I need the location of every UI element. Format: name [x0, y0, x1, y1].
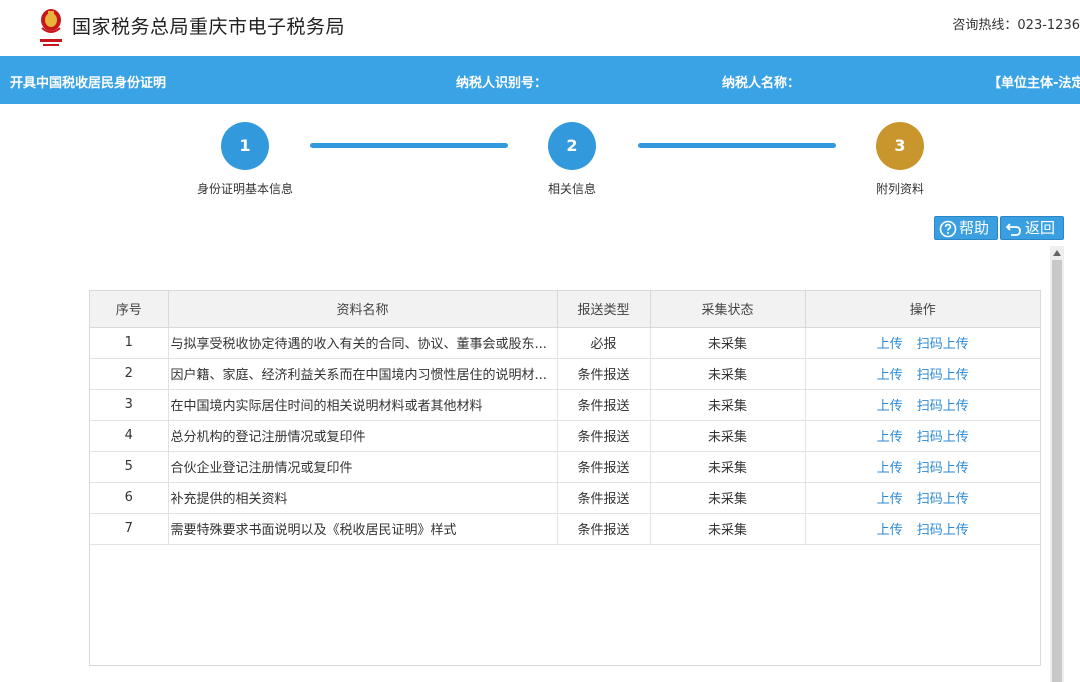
scan-upload-link[interactable]: 扫码上传 — [917, 399, 969, 414]
vertical-scrollbar[interactable] — [1050, 246, 1064, 682]
row-name: 合伙企业登记注册情况或复印件 — [168, 451, 558, 483]
return-button-label: 返回 — [1025, 219, 1056, 237]
row-status: 未采集 — [650, 420, 806, 452]
site-title: 国家税务总局重庆市电子税务局 — [72, 16, 346, 38]
row-status: 未采集 — [650, 482, 806, 514]
row-type: 条件报送 — [557, 451, 651, 483]
step-connector-1 — [310, 143, 508, 148]
row-type: 必报 — [557, 327, 651, 359]
row-name: 总分机构的登记注册情况或复印件 — [168, 420, 558, 452]
row-name: 在中国境内实际居住时间的相关说明材料或者其他材料 — [168, 389, 558, 421]
upload-link[interactable]: 上传 — [877, 523, 903, 538]
table-row: 1 与拟享受税收协定待遇的收入有关的合同、协议、董事会或股东... 必报 未采集… — [90, 327, 1040, 359]
scrollbar-thumb[interactable] — [1052, 260, 1062, 682]
row-operations: 上传 扫码上传 — [805, 420, 1040, 452]
upload-link[interactable]: 上传 — [877, 461, 903, 476]
header-no: 序号 — [90, 291, 169, 328]
upload-link[interactable]: 上传 — [877, 399, 903, 414]
step-3-label: 附列资料 — [875, 182, 925, 196]
row-no: 7 — [90, 513, 169, 545]
help-button-label: 帮助 — [959, 219, 990, 237]
help-button[interactable]: 帮助 — [934, 216, 998, 240]
info-bar: 开具中国税收居民身份证明 纳税人识别号： 纳税人名称： 【单位主体-法定 — [0, 56, 1080, 104]
row-name: 与拟享受税收协定待遇的收入有关的合同、协议、董事会或股东... — [168, 327, 558, 359]
taxpayer-name-label: 纳税人名称： — [722, 76, 801, 91]
row-status: 未采集 — [650, 513, 806, 545]
row-operations: 上传 扫码上传 — [805, 513, 1040, 545]
row-operations: 上传 扫码上传 — [805, 358, 1040, 390]
step-2-circle: 2 — [548, 122, 596, 170]
taxpayer-id-label: 纳税人识别号： — [456, 76, 548, 91]
row-no: 4 — [90, 420, 169, 452]
row-operations: 上传 扫码上传 — [805, 482, 1040, 514]
upload-link[interactable]: 上传 — [877, 337, 903, 352]
step-1-circle: 1 — [221, 122, 269, 170]
row-type: 条件报送 — [557, 389, 651, 421]
step-3-circle: 3 — [876, 122, 924, 170]
header-name: 资料名称 — [168, 291, 558, 328]
top-header: 国家税务总局重庆市电子税务局 咨询热线：023-1236 — [0, 0, 1080, 56]
row-name: 因户籍、家庭、经济利益关系而在中国境内习惯性居住的说明材... — [168, 358, 558, 390]
row-status: 未采集 — [650, 327, 806, 359]
scan-upload-link[interactable]: 扫码上传 — [917, 461, 969, 476]
row-name: 需要特殊要求书面说明以及《税收居民证明》样式 — [168, 513, 558, 545]
row-type: 条件报送 — [557, 420, 651, 452]
attachments-table: 序号 资料名称 报送类型 采集状态 操作 1 与拟享受税收协定待遇的收入有关的合… — [89, 290, 1041, 666]
table-row: 6 补充提供的相关资料 条件报送 未采集 上传 扫码上传 — [90, 482, 1040, 514]
upload-link[interactable]: 上传 — [877, 492, 903, 507]
row-name: 补充提供的相关资料 — [168, 482, 558, 514]
scan-upload-link[interactable]: 扫码上传 — [917, 492, 969, 507]
header-status: 采集状态 — [650, 291, 806, 328]
scan-upload-link[interactable]: 扫码上传 — [917, 523, 969, 538]
row-no: 3 — [90, 389, 169, 421]
row-operations: 上传 扫码上传 — [805, 327, 1040, 359]
return-arrow-icon — [1005, 222, 1021, 236]
row-no: 2 — [90, 358, 169, 390]
scan-upload-link[interactable]: 扫码上传 — [917, 368, 969, 383]
page-title: 开具中国税收居民身份证明 — [10, 76, 167, 91]
row-status: 未采集 — [650, 451, 806, 483]
row-no: 6 — [90, 482, 169, 514]
header-type: 报送类型 — [557, 291, 651, 328]
hotline-text: 咨询热线：023-1236 — [952, 18, 1080, 33]
scan-upload-link[interactable]: 扫码上传 — [917, 337, 969, 352]
row-no: 1 — [90, 327, 169, 359]
row-operations: 上传 扫码上传 — [805, 389, 1040, 421]
return-button[interactable]: 返回 — [1000, 216, 1064, 240]
row-type: 条件报送 — [557, 513, 651, 545]
row-status: 未采集 — [650, 358, 806, 390]
upload-link[interactable]: 上传 — [877, 368, 903, 383]
step-progress: 1 2 3 身份证明基本信息 相关信息 附列资料 — [0, 104, 1080, 214]
upload-link[interactable]: 上传 — [877, 430, 903, 445]
scan-upload-link[interactable]: 扫码上传 — [917, 430, 969, 445]
step-2-label: 相关信息 — [547, 182, 597, 196]
table-row: 4 总分机构的登记注册情况或复印件 条件报送 未采集 上传 扫码上传 — [90, 420, 1040, 452]
subject-label: 【单位主体-法定 — [988, 76, 1080, 91]
row-operations: 上传 扫码上传 — [805, 451, 1040, 483]
table-header-row: 序号 资料名称 报送类型 采集状态 操作 — [90, 291, 1040, 328]
table-row: 5 合伙企业登记注册情况或复印件 条件报送 未采集 上传 扫码上传 — [90, 451, 1040, 483]
question-circle-icon — [939, 220, 957, 237]
row-type: 条件报送 — [557, 358, 651, 390]
step-1-label: 身份证明基本信息 — [196, 182, 294, 196]
row-status: 未采集 — [650, 389, 806, 421]
table-row: 7 需要特殊要求书面说明以及《税收居民证明》样式 条件报送 未采集 上传 扫码上传 — [90, 513, 1040, 545]
step-connector-2 — [638, 143, 836, 148]
tax-emblem-icon — [40, 9, 62, 46]
row-no: 5 — [90, 451, 169, 483]
table-row: 2 因户籍、家庭、经济利益关系而在中国境内习惯性居住的说明材... 条件报送 未… — [90, 358, 1040, 390]
table-row: 3 在中国境内实际居住时间的相关说明材料或者其他材料 条件报送 未采集 上传 扫码… — [90, 389, 1040, 421]
row-type: 条件报送 — [557, 482, 651, 514]
header-operation: 操作 — [805, 291, 1040, 328]
scroll-up-arrow-icon[interactable] — [1053, 250, 1061, 256]
